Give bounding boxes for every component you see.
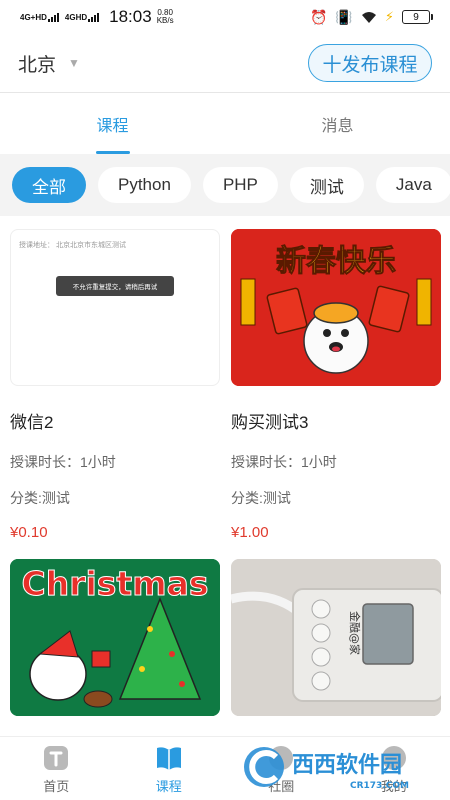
tab-messages[interactable]: 消息 [225,93,450,154]
firecracker-left [240,278,256,326]
alarm-icon: ⏰ [309,8,328,25]
book-icon [156,746,181,770]
device-label: 金融@家 [348,611,362,655]
nav-courses[interactable]: 课程 [113,737,226,800]
vibrate-icon: 📳 [335,8,353,25]
course-category: 分类:测试 [231,490,291,506]
tiger-hat [313,302,359,324]
course-thumbnail[interactable]: 新春快乐 [231,229,441,386]
category-java[interactable]: Java [375,167,450,203]
new-year-illustration: 新春快乐 [231,229,441,386]
watermark-name: 西西软件园 [292,752,402,778]
location-dropdown-icon[interactable]: ▼ [68,56,80,70]
battery-icon: 9 [402,10,433,24]
app-header: 北京 ▼ 十发布课程 [0,34,450,92]
category-all[interactable]: 全部 [12,167,86,203]
course-title[interactable]: 微信2 [10,408,220,433]
course-duration: 授课时长：1小时 [231,454,337,470]
nav-home[interactable]: 首页 [0,737,113,800]
course-price: ¥1.00 [231,524,269,541]
nav-home-label: 首页 [43,778,70,794]
christmas-illustration: Christmas [10,559,220,716]
category-php[interactable]: PHP [202,167,278,203]
course-card[interactable]: Christmas [10,559,220,716]
network-speed: 0.80 KB/s [156,8,174,25]
device-screen [362,603,414,665]
reindeer [83,690,113,708]
course-grid: 授课地址： 北京北京市东城区测试 不允许重复提交，请稍后再试 微信2 授课时长：… [0,216,450,736]
gift-box [91,650,111,668]
status-bar: 4G+HD 4GHD 18:03 0.80 KB/s ⏰ 📳 ⚡ 9 [0,0,450,34]
signal-icon-2: 4GHD [65,12,100,22]
category-python[interactable]: Python [98,167,191,203]
watermark-logo: 西西软件园 CR173.COM [244,747,409,791]
thumbnail-address-text: 授课地址： 北京北京市东城区测试 [19,242,126,249]
tab-courses[interactable]: 课程 [0,93,225,154]
signal-icon: 4G+HD [20,12,59,22]
clock: 18:03 [109,7,152,26]
course-price: ¥0.10 [10,524,48,541]
course-card[interactable]: 新春快乐 购买测试3 授课时长：1小时 分类:测试 ¥1.00 [231,229,441,541]
course-category: 分类:测试 [10,490,70,506]
course-title[interactable]: 购买测试3 [231,408,441,433]
course-thumbnail[interactable]: 授课地址： 北京北京市东城区测试 不允许重复提交，请稍后再试 [10,229,220,386]
publish-course-button[interactable]: 十发布课程 [308,44,432,82]
charging-icon: ⚡ [384,9,394,24]
firecracker-right [416,278,432,326]
christmas-headline: Christmas [21,564,208,603]
course-card[interactable]: 金融@家 [231,559,441,716]
city-selector[interactable]: 北京 [18,50,56,77]
category-filter: 全部 Python PHP 测试 Java [0,154,450,216]
category-test[interactable]: 测试 [289,167,364,203]
course-thumbnail[interactable]: Christmas [10,559,220,716]
course-duration: 授课时长：1小时 [10,454,116,470]
watermark-url: CR173.COM [350,781,409,791]
thumbnail-toast: 不允许重复提交，请稍后再试 [56,276,174,296]
device-photo: 金融@家 [231,559,441,716]
home-icon [44,745,69,770]
tab-bar: 课程 消息 [0,93,450,154]
wifi-icon [361,11,376,23]
course-thumbnail[interactable]: 金融@家 [231,559,441,716]
new-year-headline: 新春快乐 [276,244,396,279]
course-card[interactable]: 授课地址： 北京北京市东城区测试 不允许重复提交，请稍后再试 微信2 授课时长：… [10,229,220,541]
nav-courses-label: 课程 [155,778,182,794]
